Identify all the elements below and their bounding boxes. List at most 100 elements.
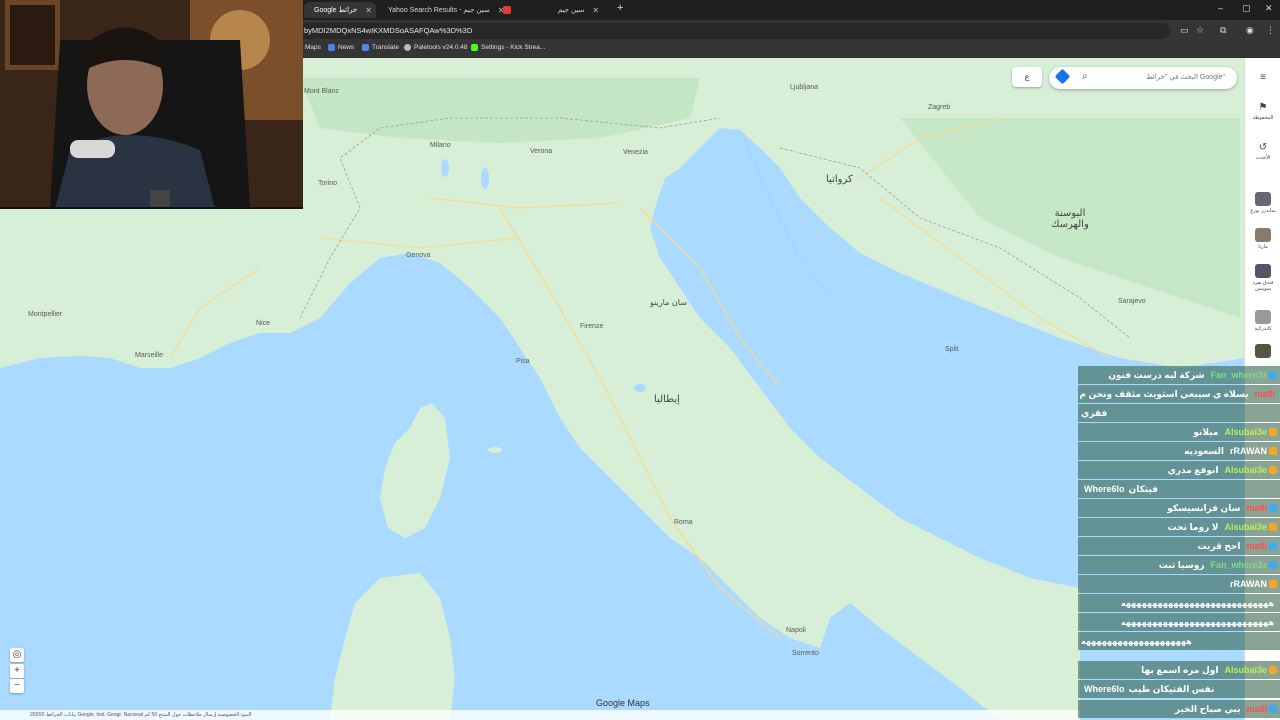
- chat-message: يسلاه ي سيبعي اسثويث مثقف ونحن م ma8i: [1078, 385, 1280, 403]
- chat-message: Where6lo فيتكان: [1078, 480, 1280, 498]
- sidebar-recent-place[interactable]: ساندرز بورغ: [1249, 192, 1277, 214]
- bookmark-news[interactable]: News: [328, 44, 354, 51]
- city-label[interactable]: Nice: [256, 320, 270, 327]
- country-croatia[interactable]: كرواتيا: [826, 174, 853, 185]
- tab-label: Yahoo Search Results - سين جيم: [388, 7, 490, 14]
- sidebar-recent-place[interactable]: [1249, 344, 1277, 360]
- my-location-button[interactable]: ◎: [10, 648, 24, 662]
- place-thumbnail: [1255, 264, 1271, 278]
- bookmark-maps[interactable]: Maps: [305, 44, 321, 51]
- city-label[interactable]: Ljubljana: [790, 84, 818, 91]
- tab-kick[interactable]: [497, 2, 547, 18]
- city-label[interactable]: Firenze: [580, 323, 603, 330]
- sidebar-recent-place[interactable]: فندق نفرد سوينس: [1249, 264, 1277, 292]
- badge-icon: [1269, 428, 1277, 436]
- cast-icon[interactable]: ▭: [1180, 25, 1189, 36]
- search-placeholder: البحث في "خرائط Google": [1146, 74, 1225, 81]
- city-label[interactable]: Zagreb: [928, 104, 950, 111]
- city-label[interactable]: Split: [945, 346, 959, 353]
- chat-message: احح قربت ma8i: [1078, 537, 1280, 555]
- badge-icon: [1269, 466, 1277, 474]
- chat-message: Where6lo نفس الفتيكان طيب: [1078, 680, 1280, 698]
- badge-icon: [1269, 666, 1277, 674]
- maximize-button[interactable]: ▢: [1242, 3, 1251, 14]
- chat-message: اول مره اسمع بها Alsubai3e: [1078, 661, 1280, 679]
- sidebar-recent-place[interactable]: كاتدرائية: [1249, 310, 1277, 332]
- zoom-out-button[interactable]: −: [10, 679, 24, 693]
- chat-message: يبي صباح الخير ma8i: [1078, 700, 1280, 718]
- tab-google-maps[interactable]: Google خرائط ✕: [304, 2, 376, 18]
- close-window-button[interactable]: ✕: [1265, 3, 1273, 14]
- tab-label: سين جيم: [558, 7, 585, 14]
- city-label[interactable]: Marseille: [135, 352, 163, 359]
- directions-icon[interactable]: [1054, 68, 1071, 85]
- sidebar-recent[interactable]: ↺ الأحدث: [1249, 142, 1277, 161]
- bookmark-paletools[interactable]: Paletools v24.0.48: [404, 44, 467, 51]
- chat-message: فقري: [1078, 404, 1280, 422]
- chat-message: شركة ليه درست فنون Fan_where3z: [1078, 366, 1280, 384]
- badge-icon: [1269, 447, 1277, 455]
- country-bosnia[interactable]: البوسنة والهرسك: [1040, 208, 1100, 230]
- sidebar-recent-place[interactable]: مارتا: [1249, 228, 1277, 250]
- chat-message: السعوديه rRAWAN: [1078, 442, 1280, 460]
- city-label[interactable]: Montpellier: [28, 311, 62, 318]
- history-icon: ↺: [1258, 142, 1268, 153]
- minimize-button[interactable]: –: [1218, 3, 1223, 13]
- place-thumbnail: [1255, 344, 1271, 358]
- webcam-image: [0, 0, 303, 207]
- bookmark-translate[interactable]: Translate: [362, 44, 399, 51]
- search-icon[interactable]: ⌕: [1082, 71, 1088, 82]
- chat-message: ميلانو Alsubai3e: [1078, 423, 1280, 441]
- city-label[interactable]: Genova: [406, 252, 431, 259]
- city-label[interactable]: Pisa: [516, 358, 530, 365]
- google-maps-logo: Google Maps: [596, 698, 650, 708]
- layers-button[interactable]: ع: [1012, 67, 1042, 87]
- badge-icon: [1269, 371, 1277, 379]
- city-label[interactable]: Venezia: [623, 149, 648, 156]
- close-icon[interactable]: ✕: [592, 6, 599, 15]
- webcam-overlay: [0, 0, 303, 209]
- bookmark-icon: ⚑: [1258, 102, 1268, 113]
- profile-icon[interactable]: ◉: [1246, 25, 1254, 36]
- zoom-in-button[interactable]: +: [10, 664, 24, 678]
- chat-message: ههههههههههههههههههههه: [1078, 632, 1280, 650]
- country-san-marino[interactable]: سان مارينو: [650, 298, 687, 307]
- stream-chat: شركة ليه درست فنون Fan_where3z يسلاه ي سي…: [1078, 366, 1280, 720]
- city-label[interactable]: Milano: [430, 142, 451, 149]
- chat-message: انوقع مدري Alsubai3e: [1078, 461, 1280, 479]
- tab-yahoo[interactable]: Yahoo Search Results - سين جيم ✕: [378, 2, 504, 18]
- bookmark-kick-settings[interactable]: Settings - Kick Strea...: [471, 44, 545, 51]
- badge-icon: [1269, 580, 1277, 588]
- city-label[interactable]: Sorrento: [792, 650, 819, 657]
- chat-message: روسيا ثبت Fan_where3z: [1078, 556, 1280, 574]
- badge-icon: [1269, 542, 1277, 550]
- city-label[interactable]: Napoli: [786, 627, 806, 634]
- address-bar[interactable]: byMDI2MDQxNS4wIKXMDSoASAFQAw%3D%3D: [300, 23, 1170, 39]
- close-icon[interactable]: ✕: [365, 6, 372, 15]
- sidebar-saved[interactable]: ⚑ المحفوظة: [1249, 102, 1277, 121]
- map-footer: بيانات الخرائط ©2026 Google, Inst. Geogr…: [0, 710, 1080, 720]
- globe-icon: [404, 44, 411, 51]
- city-label[interactable]: Roma: [674, 519, 693, 526]
- kick-favicon-icon: [503, 6, 511, 14]
- city-label[interactable]: Verona: [530, 148, 552, 155]
- kick-icon: [471, 44, 478, 51]
- star-icon[interactable]: ☆: [1196, 25, 1204, 36]
- extensions-icon[interactable]: ⧉: [1220, 25, 1226, 36]
- tab-label: Google خرائط: [314, 7, 358, 14]
- city-label[interactable]: Sarajevo: [1118, 298, 1146, 305]
- chat-message: لا روما تحت Alsubai3e: [1078, 518, 1280, 536]
- country-italy[interactable]: إيطاليا: [654, 394, 680, 405]
- map-search-input[interactable]: ⌕ البحث في "خرائط Google": [1049, 67, 1237, 89]
- city-label[interactable]: Torino: [318, 180, 337, 187]
- new-tab-button[interactable]: +: [617, 2, 623, 14]
- badge-icon: [1269, 705, 1277, 713]
- city-label[interactable]: Mont Blanc: [304, 88, 339, 95]
- tab-seen-jeem[interactable]: سين جيم ✕: [552, 2, 612, 18]
- sidebar-menu[interactable]: ≡: [1249, 72, 1277, 85]
- chat-message: rRAWAN: [1078, 575, 1280, 593]
- more-icon[interactable]: ⋮: [1266, 25, 1275, 36]
- badge-icon: [1269, 523, 1277, 531]
- menu-icon: ≡: [1260, 72, 1266, 83]
- place-thumbnail: [1255, 228, 1271, 242]
